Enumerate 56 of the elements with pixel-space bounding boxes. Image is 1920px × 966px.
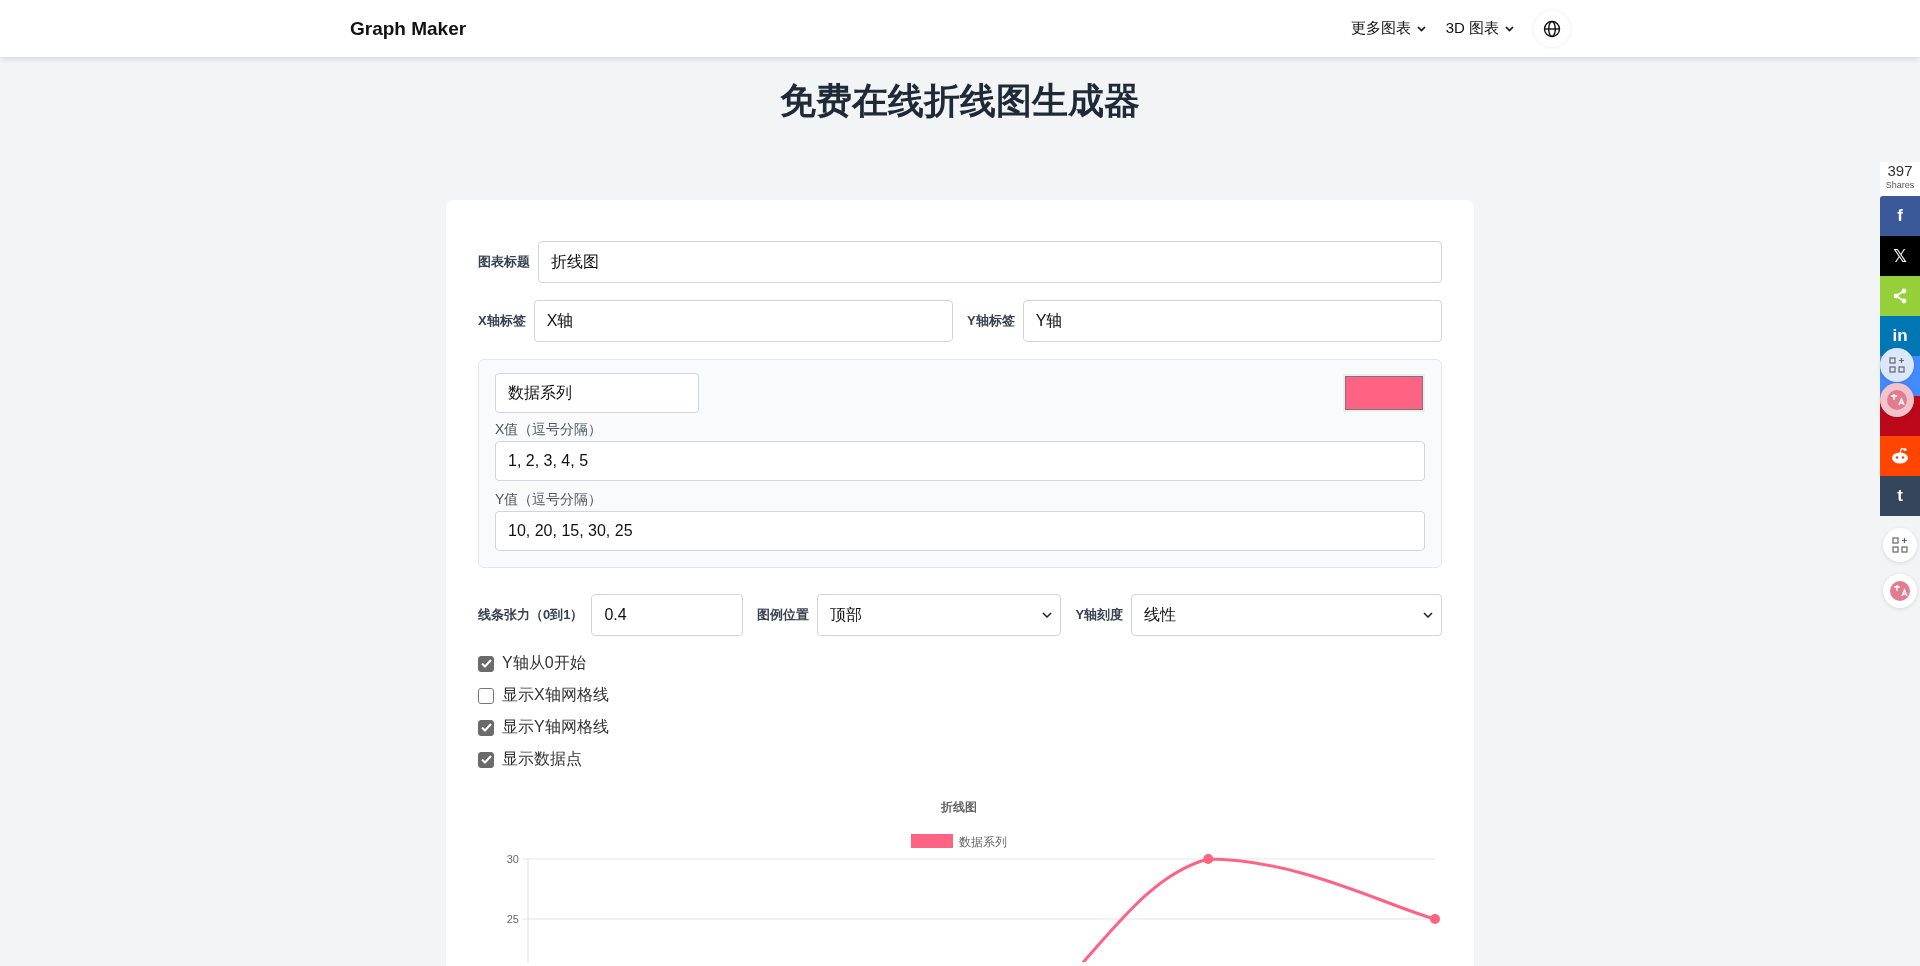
field-label: X值（逗号分隔）: [495, 421, 604, 439]
field-label: Y值（逗号分隔）: [495, 491, 604, 509]
alien-face-icon: [1890, 447, 1910, 465]
nav-dropdown[interactable]: 3D 图表: [1445, 19, 1514, 38]
field-label: Y轴标签: [967, 312, 1015, 330]
x-axis-label-field[interactable]: X轴: [533, 300, 953, 342]
series-name-field[interactable]: 数据系列: [495, 373, 699, 413]
chevron-down-icon: [1423, 612, 1433, 618]
dropdown[interactable]: 线性: [1131, 594, 1442, 636]
share-button[interactable]: t: [1880, 476, 1920, 516]
y-axis-label-field[interactable]: Y轴: [1022, 300, 1442, 342]
share-button[interactable]: 𝕏: [1880, 236, 1920, 276]
chart-title: 折线图: [941, 800, 977, 814]
checkbox-label[interactable]: 显示X轴网格线: [502, 685, 609, 706]
grid-plus-icon: [1889, 357, 1905, 373]
checkbox[interactable]: [478, 687, 494, 704]
share-count: 397: [1886, 162, 1914, 180]
share-icon: [1892, 288, 1908, 304]
dropdown[interactable]: 顶部: [817, 594, 1062, 636]
chevron-down-icon: [1042, 612, 1053, 618]
share-button[interactable]: [1880, 436, 1920, 476]
legend-label: 数据系列: [959, 835, 1007, 849]
legend-swatch: [911, 834, 953, 848]
translate-icon: [1889, 580, 1911, 602]
checkbox-label[interactable]: 显示数据点: [502, 749, 582, 770]
field-label: 图表标题: [478, 253, 530, 271]
floating-button[interactable]: [1883, 528, 1917, 562]
chart-title-field[interactable]: 折线图: [538, 241, 1442, 283]
share-button[interactable]: in: [1880, 316, 1920, 356]
checkbox[interactable]: [478, 751, 494, 768]
chevron-down-icon: [1416, 25, 1426, 32]
checkbox[interactable]: [478, 655, 494, 672]
field-label: 图例位置: [757, 606, 810, 624]
field-label: X轴标签: [478, 312, 526, 330]
grid-plus-icon: [1892, 537, 1908, 553]
page-title: 免费在线折线图生成器: [780, 79, 1140, 123]
y-tick-label: 30: [506, 853, 519, 865]
tension-field[interactable]: 0.4: [591, 594, 744, 636]
field-label: 线条张力（0到1）: [478, 606, 584, 624]
share-button[interactable]: f: [1880, 196, 1920, 236]
checkbox[interactable]: [478, 719, 494, 736]
chevron-down-icon: [1505, 25, 1514, 32]
language-button[interactable]: [1534, 10, 1570, 47]
globe-icon: [1543, 19, 1561, 38]
checkbox-label[interactable]: 显示Y轴网格线: [502, 717, 609, 738]
checkbox-label[interactable]: Y轴从0开始: [502, 653, 586, 674]
nav-dropdown[interactable]: 更多图表: [1350, 19, 1426, 38]
floating-button[interactable]: [1883, 574, 1917, 608]
site-logo[interactable]: Graph Maker: [350, 17, 467, 40]
y-tick-label: 25: [506, 913, 519, 925]
x-values-field[interactable]: 1, 2, 3, 4, 5: [495, 441, 1425, 481]
translate-icon: [1886, 389, 1908, 411]
field-label: Y轴刻度: [1075, 606, 1124, 624]
y-values-field[interactable]: 10, 20, 15, 30, 25: [495, 511, 1425, 551]
color-picker[interactable]: [1345, 376, 1423, 410]
share-count-label: Shares: [1884, 180, 1916, 190]
